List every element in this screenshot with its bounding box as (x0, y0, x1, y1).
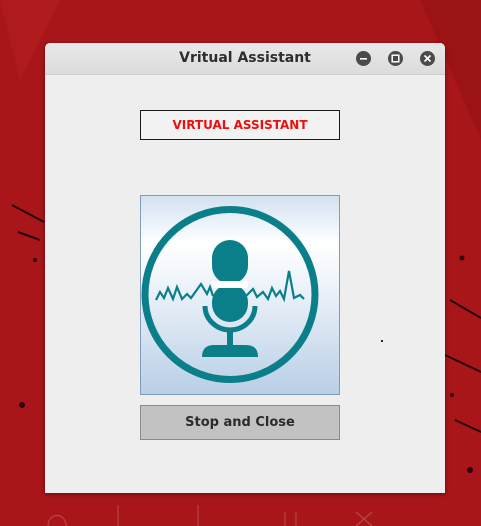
stray-dot (381, 340, 383, 342)
minimize-icon (360, 58, 367, 60)
stop-and-close-button[interactable]: Stop and Close (140, 405, 340, 440)
close-button[interactable] (420, 51, 435, 66)
app-window: Vritual Assistant VIRTUAL ASSISTANT Stop… (45, 43, 445, 493)
window-title: Vritual Assistant (179, 50, 311, 66)
maximize-button[interactable] (388, 51, 403, 66)
microphone-icon (141, 206, 319, 383)
close-icon (423, 54, 432, 63)
virtual-assistant-heading: VIRTUAL ASSISTANT (140, 110, 340, 140)
maximize-icon (391, 54, 400, 63)
microphone-button[interactable] (140, 195, 340, 395)
title-bar[interactable]: Vritual Assistant (45, 43, 445, 75)
minimize-button[interactable] (356, 51, 371, 66)
